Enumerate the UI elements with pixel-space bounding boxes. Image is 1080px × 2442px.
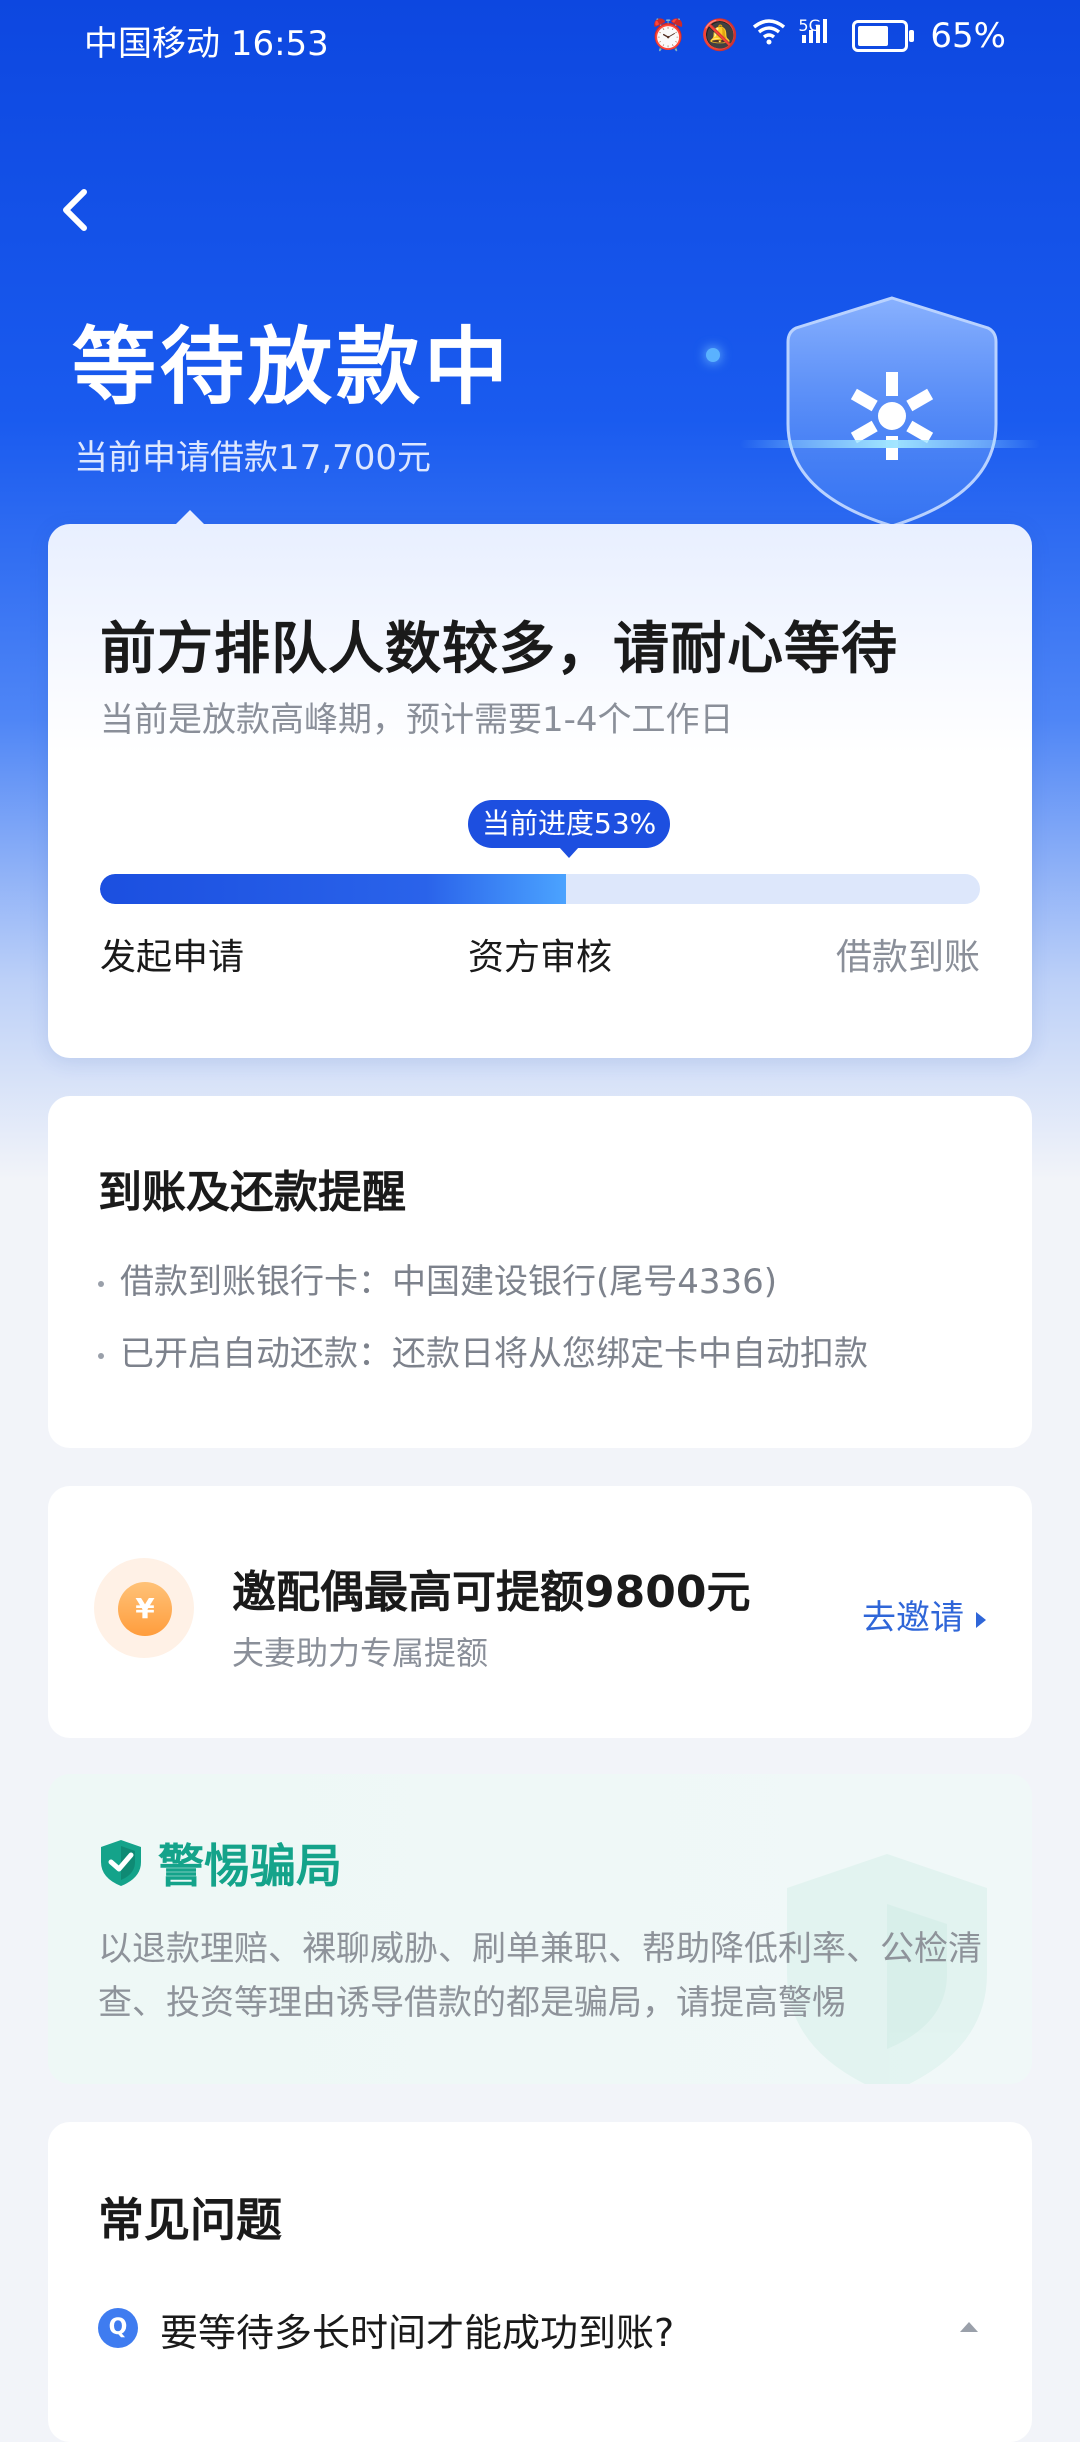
caret-right-icon — [976, 1611, 986, 1628]
step-apply: 发起申请 — [100, 937, 245, 978]
reminder-auto-repay: 已开启自动还款：还款日将从您绑定卡中自动扣款 — [98, 1326, 868, 1375]
progress-bubble: 当前进度53% — [468, 800, 671, 858]
step-disbursed: 借款到账 — [835, 937, 980, 978]
invite-button[interactable]: 去邀请 — [862, 1590, 986, 1639]
network-type: 5G — [798, 16, 821, 35]
battery-percent: 65% — [930, 16, 1006, 56]
faq-card: 常见问题 Q 要等待多长时间才能成功到账? — [48, 2122, 1032, 2442]
carrier-time: 中国移动 16:53 — [84, 24, 329, 64]
invite-subtitle: 夫妻助力专属提额 — [232, 1634, 489, 1672]
coin-badge: ¥ — [94, 1558, 194, 1658]
chevron-left-icon — [63, 189, 87, 231]
faq-question: 要等待多长时间才能成功到账? — [160, 2311, 675, 2355]
battery-icon — [852, 20, 915, 52]
status-icons: ⏰ 🔕 5G 65% — [650, 16, 1006, 56]
caret-up-icon[interactable] — [960, 2322, 978, 2332]
reminder-bank-card: 借款到账银行卡：中国建设银行(尾号4336) — [98, 1254, 777, 1303]
progress-fill — [100, 874, 567, 904]
warning-title: 警惕骗局 — [158, 1839, 342, 1893]
wifi-icon — [752, 16, 786, 56]
peak-period-note: 当前是放款高峰期，预计需要1-4个工作日 — [100, 700, 734, 740]
progress-card: 前方排队人数较多，请耐心等待 当前是放款高峰期，预计需要1-4个工作日 当前进度… — [48, 510, 1032, 1058]
step-review: 资方审核 — [468, 937, 613, 978]
faq-item[interactable]: Q 要等待多长时间才能成功到账? — [98, 2298, 982, 2368]
faq-title: 常见问题 — [98, 2193, 282, 2247]
back-button[interactable] — [48, 180, 104, 240]
fraud-warning-card: 警惕骗局 以退款理赔、裸聊威胁、刷单兼职、帮助降低利率、公检清查、投资等理由诱导… — [48, 1774, 1032, 2084]
queue-heading: 前方排队人数较多，请耐心等待 — [100, 617, 898, 682]
question-badge-icon: Q — [98, 2308, 138, 2348]
warning-header: 警惕骗局 — [98, 1830, 342, 1896]
invite-button-label: 去邀请 — [862, 1598, 964, 1638]
shield-check-icon — [101, 1840, 141, 1886]
status-bar: 中国移动 16:53 ⏰ 🔕 5G 65% — [0, 0, 1080, 76]
loan-amount-subtitle: 当前申请借款17,700元 — [74, 438, 431, 478]
reminder-card: 到账及还款提醒 借款到账银行卡：中国建设银行(尾号4336) 已开启自动还款：还… — [48, 1096, 1032, 1448]
invite-spouse-card[interactable]: ¥ 邀配偶最高可提额9800元 夫妻助力专属提额 去邀请 — [48, 1486, 1032, 1738]
reminder-auto-repay-text: 已开启自动还款：还款日将从您绑定卡中自动扣款 — [120, 1334, 868, 1374]
signal-icon: 5G — [798, 16, 830, 56]
invite-title: 邀配偶最高可提额9800元 — [232, 1567, 751, 1618]
progress-track — [100, 874, 980, 904]
shield-logo-icon — [786, 296, 998, 528]
warning-text: 以退款理赔、裸聊威胁、刷单兼职、帮助降低利率、公检清查、投资等理由诱导借款的都是… — [98, 1929, 982, 2023]
page-title: 等待放款中 — [72, 318, 513, 416]
decorative-dot — [706, 348, 720, 362]
reminder-title: 到账及还款提醒 — [98, 1167, 406, 1218]
alarm-icon: ⏰ — [649, 18, 688, 53]
yuan-coin-icon: ¥ — [118, 1582, 172, 1636]
reminder-bank-card-text: 借款到账银行卡：中国建设银行(尾号4336) — [120, 1262, 778, 1302]
bullet-icon — [98, 1352, 104, 1359]
bullet-icon — [98, 1280, 104, 1287]
shield-glow — [740, 440, 1040, 448]
mute-icon: 🔕 — [701, 18, 739, 53]
